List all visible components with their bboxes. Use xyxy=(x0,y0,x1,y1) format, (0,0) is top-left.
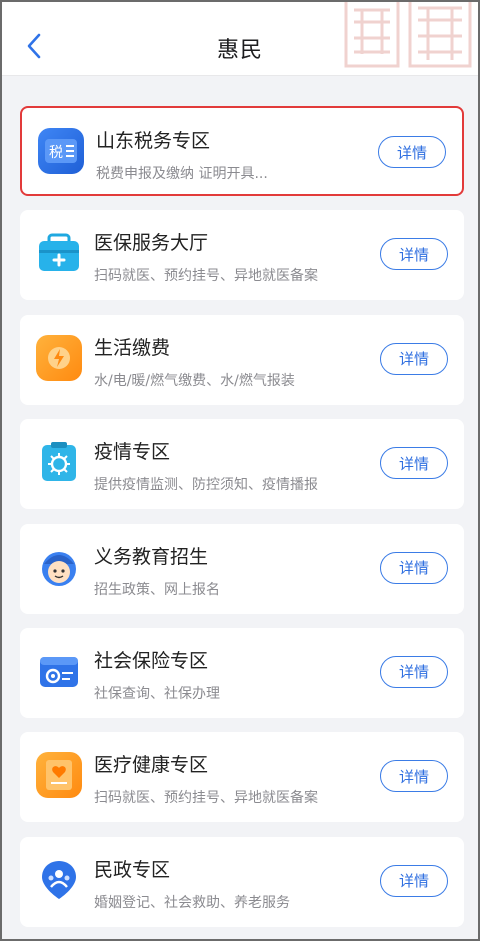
app-window: 惠民 税 山东税务专区 税费申报及缴纳 证明开具... 详情 医保服务大厅 扫码… xyxy=(0,0,480,941)
details-button[interactable]: 详情 xyxy=(378,136,446,168)
service-subtitle: 扫码就医、预约挂号、异地就医备案 xyxy=(94,790,318,807)
details-button[interactable]: 详情 xyxy=(380,551,448,584)
health-record-icon xyxy=(36,752,82,799)
civil-affairs-icon xyxy=(36,857,82,903)
navigation-bar: 惠民 xyxy=(2,2,478,76)
service-subtitle: 社保查询、社保办理 xyxy=(94,685,220,702)
service-title: 社会保险专区 xyxy=(94,649,209,672)
student-icon xyxy=(36,544,82,590)
decorative-seal-icon xyxy=(344,2,472,68)
utility-bill-icon xyxy=(36,334,82,381)
service-card-civil-affairs[interactable]: 民政专区 婚姻登记、社会救助、养老服务 详情 xyxy=(20,836,464,927)
service-title: 医保服务大厅 xyxy=(94,232,209,255)
service-subtitle: 婚姻登记、社会救助、养老服务 xyxy=(94,894,290,911)
service-card-education[interactable]: 义务教育招生 招生政策、网上报名 详情 xyxy=(20,523,464,614)
service-list: 税 山东税务专区 税费申报及缴纳 证明开具... 详情 医保服务大厅 扫码就医、… xyxy=(20,106,464,939)
details-button[interactable]: 详情 xyxy=(380,864,448,897)
service-title: 山东税务专区 xyxy=(96,130,211,152)
service-card-epidemic[interactable]: 疫情专区 提供疫情监测、防控须知、疫情播报 详情 xyxy=(20,419,464,510)
details-button[interactable]: 详情 xyxy=(380,342,448,375)
medical-kit-icon xyxy=(36,230,82,276)
service-subtitle: 水/电/暖/燃气缴费、水/燃气报装 xyxy=(94,372,295,389)
virus-icon xyxy=(36,439,82,485)
service-card-health[interactable]: 医疗健康专区 扫码就医、预约挂号、异地就医备案 详情 xyxy=(20,732,464,823)
details-button[interactable]: 详情 xyxy=(380,447,448,480)
details-button[interactable]: 详情 xyxy=(380,238,448,271)
service-card-utility[interactable]: 生活缴费 水/电/暖/燃气缴费、水/燃气报装 详情 xyxy=(20,314,464,405)
insurance-card-icon xyxy=(36,648,82,694)
details-button[interactable]: 详情 xyxy=(380,655,448,688)
service-title: 疫情专区 xyxy=(94,441,171,464)
service-title: 生活缴费 xyxy=(94,336,171,359)
service-subtitle: 提供疫情监测、防控须知、疫情播报 xyxy=(94,477,318,494)
tax-icon: 税 xyxy=(38,128,84,174)
service-title: 义务教育招生 xyxy=(94,545,209,568)
service-subtitle: 扫码就医、预约挂号、异地就医备案 xyxy=(94,268,318,285)
service-card-tax[interactable]: 税 山东税务专区 税费申报及缴纳 证明开具... 详情 xyxy=(20,106,464,196)
svg-text:税: 税 xyxy=(49,145,63,161)
service-card-medical-insurance[interactable]: 医保服务大厅 扫码就医、预约挂号、异地就医备案 详情 xyxy=(20,210,464,301)
service-title: 民政专区 xyxy=(94,858,171,881)
details-button[interactable]: 详情 xyxy=(380,760,448,793)
service-card-social-insurance[interactable]: 社会保险专区 社保查询、社保办理 详情 xyxy=(20,627,464,718)
service-title: 医疗健康专区 xyxy=(94,754,209,777)
service-subtitle: 税费申报及缴纳 证明开具... xyxy=(96,166,268,182)
service-subtitle: 招生政策、网上报名 xyxy=(94,581,220,598)
